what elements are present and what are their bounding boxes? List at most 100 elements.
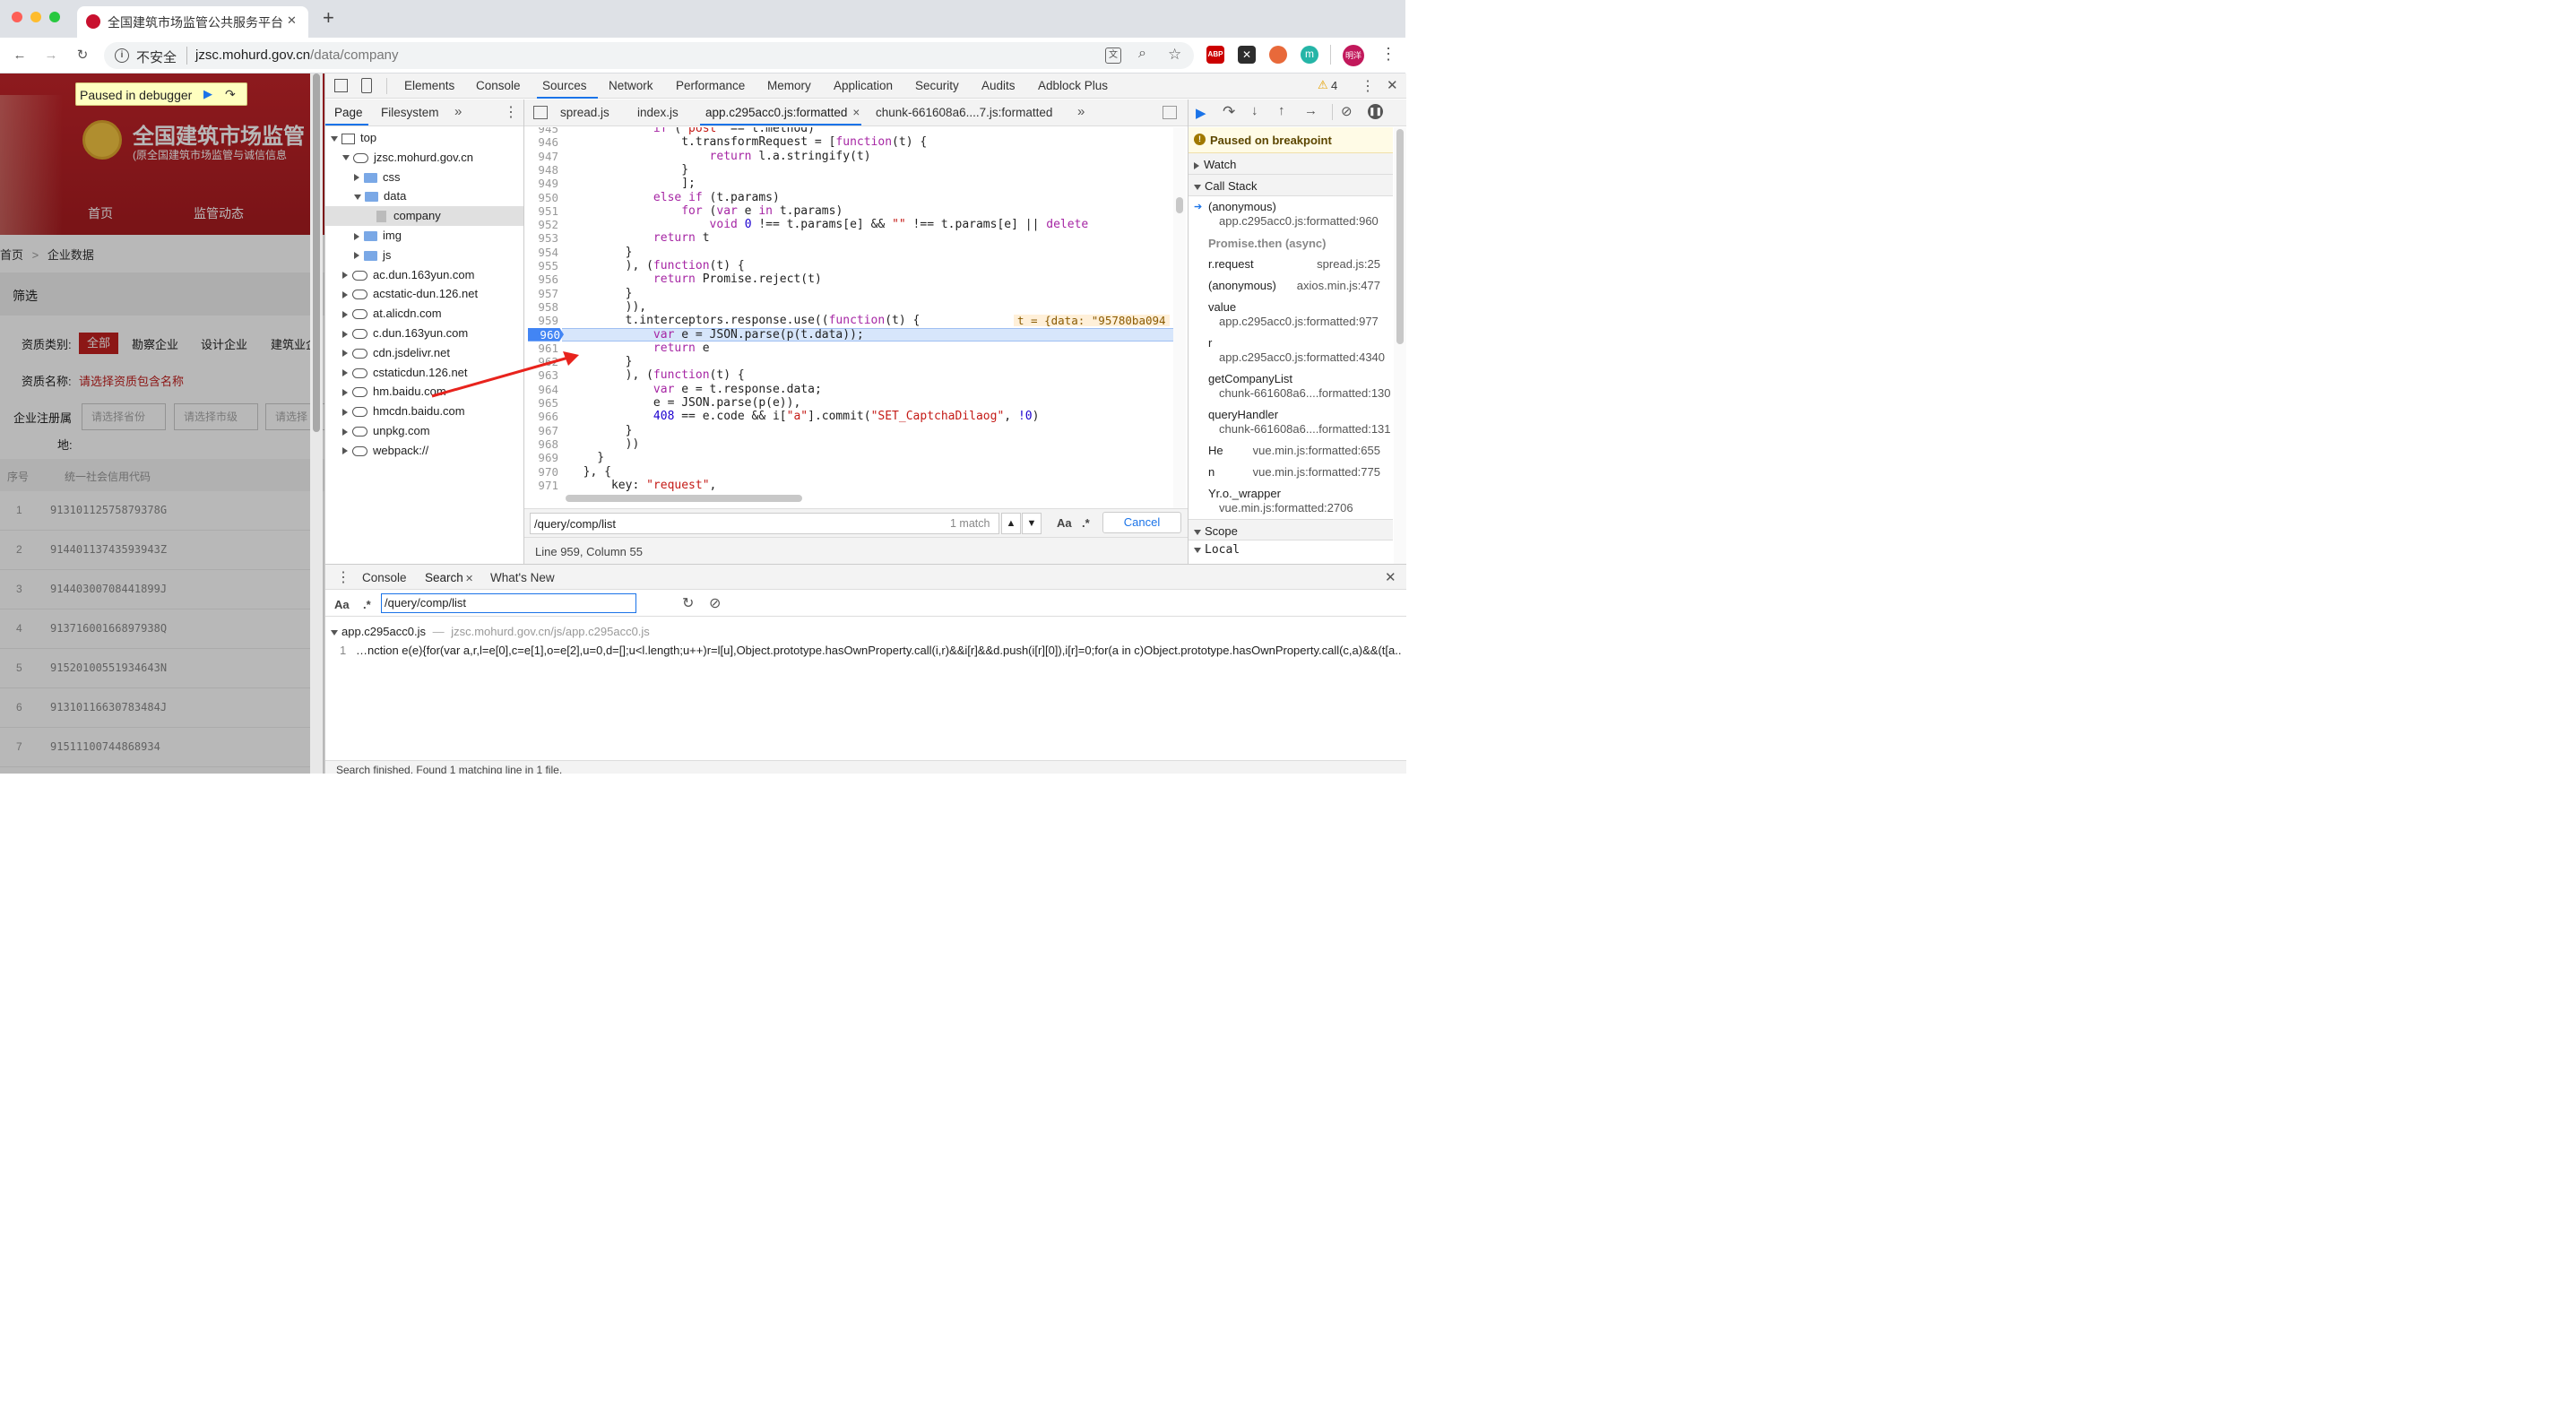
find-next-icon[interactable]: ▼ bbox=[1022, 513, 1042, 534]
tree-item-ac-dun-163yun-com[interactable]: ac.dun.163yun.com bbox=[325, 265, 523, 285]
step-icon[interactable]: → bbox=[1304, 103, 1318, 118]
panel-tab-memory[interactable]: Memory bbox=[767, 79, 811, 92]
pause-exceptions-icon[interactable]: ❚❚ bbox=[1368, 104, 1383, 119]
code-line[interactable]: return l.a.stringify(t) bbox=[569, 150, 871, 163]
resume-script-icon[interactable]: ▶ bbox=[1196, 105, 1206, 121]
code-line[interactable]: ]; bbox=[569, 177, 696, 190]
minimize-window-icon[interactable] bbox=[30, 12, 41, 22]
code-line[interactable]: void 0 !== t.params[e] && "" !== t.param… bbox=[569, 218, 1089, 231]
code-line[interactable]: ), (function(t) { bbox=[569, 368, 745, 382]
panel-tab-security[interactable]: Security bbox=[915, 79, 959, 92]
call-frame[interactable]: (anonymous) axios.min.js:477 bbox=[1189, 275, 1393, 297]
code-line[interactable]: 408 == e.code && i["a"].commit("SET_Capt… bbox=[569, 410, 1040, 423]
line-number[interactable]: 959 bbox=[524, 314, 558, 327]
browser-tab[interactable]: 全国建筑市场监管公共服务平台 ✕ bbox=[77, 6, 308, 38]
code-editor[interactable]: 945 if ("post" == t.method) 946 t.transfo… bbox=[524, 127, 1173, 508]
line-number[interactable]: 952 bbox=[524, 218, 558, 231]
tree-item-top[interactable]: top bbox=[325, 128, 523, 148]
code-line[interactable]: var e = JSON.parse(p(t.data)); bbox=[569, 328, 864, 342]
line-number[interactable]: 966 bbox=[524, 410, 558, 423]
find-prev-icon[interactable]: ▲ bbox=[1001, 513, 1021, 534]
orange-extension-icon[interactable] bbox=[1269, 46, 1287, 64]
callstack-header[interactable]: Call Stack bbox=[1194, 179, 1258, 193]
sidebar-scrollbar-thumb[interactable] bbox=[1396, 129, 1404, 344]
breakpoint-marker[interactable]: 960 bbox=[528, 327, 564, 342]
line-number[interactable]: 949 bbox=[524, 177, 558, 190]
code-line[interactable]: e = JSON.parse(p(e)), bbox=[569, 396, 800, 410]
line-number[interactable]: 969 bbox=[524, 451, 558, 464]
new-tab-button[interactable]: + bbox=[323, 8, 334, 28]
code-line[interactable]: }, { bbox=[569, 465, 611, 479]
refresh-search-icon[interactable]: ↻ bbox=[682, 594, 694, 612]
forward-icon[interactable]: → bbox=[42, 47, 60, 65]
search-match-case-button[interactable]: Aa bbox=[334, 598, 350, 611]
warning-icon[interactable]: ⚠ bbox=[1318, 78, 1328, 92]
expand-icon[interactable] bbox=[331, 135, 338, 142]
drawer-tab-whats-new[interactable]: What's New bbox=[490, 571, 555, 584]
bookmark-star-icon[interactable]: ☆ bbox=[1168, 46, 1181, 64]
resume-icon[interactable]: ▶ bbox=[203, 87, 220, 101]
deactivate-breakpoints-icon[interactable]: ⊘ bbox=[1341, 103, 1353, 119]
tree-item-webpack-[interactable]: webpack:// bbox=[325, 441, 523, 461]
code-hscrollbar-thumb[interactable] bbox=[566, 495, 802, 502]
device-toolbar-icon[interactable] bbox=[361, 78, 372, 93]
call-frame[interactable]: He vue.min.js:formatted:655 bbox=[1189, 440, 1393, 462]
panel-tab-network[interactable]: Network bbox=[609, 79, 653, 92]
tree-item-img[interactable]: img bbox=[325, 226, 523, 246]
tree-item-css[interactable]: css bbox=[325, 168, 523, 187]
call-frame[interactable]: Promise.then (async) bbox=[1189, 232, 1393, 254]
tree-item-data[interactable]: data bbox=[325, 186, 523, 206]
zoom-icon[interactable]: ⌕ bbox=[1138, 46, 1146, 62]
code-line[interactable]: else if (t.params) bbox=[569, 191, 780, 204]
panel-tab-elements[interactable]: Elements bbox=[404, 79, 454, 92]
navigator-tab-filesystem[interactable]: Filesystem bbox=[381, 106, 439, 119]
expand-icon[interactable] bbox=[354, 232, 359, 240]
navigator-menu-icon[interactable]: ⋮ bbox=[504, 103, 518, 121]
profile-avatar[interactable]: 明洋 bbox=[1343, 45, 1364, 66]
expand-icon[interactable] bbox=[354, 174, 359, 182]
expand-icon[interactable] bbox=[342, 388, 348, 396]
tree-item-acstatic-dun-126-net[interactable]: acstatic-dun.126.net bbox=[325, 284, 523, 304]
code-line[interactable]: var e = t.response.data; bbox=[569, 383, 822, 396]
line-number[interactable]: 971 bbox=[524, 479, 558, 492]
code-line[interactable]: } bbox=[569, 287, 633, 300]
code-line[interactable]: ), (function(t) { bbox=[569, 259, 745, 272]
call-frame[interactable]: r app.c295acc0.js:formatted:4340 bbox=[1189, 333, 1393, 368]
tree-item-js[interactable]: js bbox=[325, 246, 523, 265]
search-result-file[interactable]: app.c295acc0.js — jzsc.mohurd.gov.cn/js/… bbox=[331, 625, 650, 638]
expand-icon[interactable] bbox=[354, 252, 359, 260]
file-tab-close-icon[interactable]: × bbox=[852, 106, 860, 119]
line-number[interactable]: 956 bbox=[524, 272, 558, 286]
devtools-menu-icon[interactable]: ⋮ bbox=[1361, 77, 1375, 95]
line-number[interactable]: 946 bbox=[524, 135, 558, 149]
browser-menu-icon[interactable]: ⋮ bbox=[1380, 45, 1396, 64]
call-frame[interactable]: queryHandler chunk-661608a6....formatted:… bbox=[1189, 404, 1393, 440]
code-line[interactable]: key: "request", bbox=[569, 479, 716, 492]
security-label[interactable]: 不安全 bbox=[136, 48, 177, 66]
file-tab[interactable]: app.c295acc0.js:formatted × bbox=[705, 106, 860, 119]
code-line[interactable]: if ("post" == t.method) bbox=[569, 127, 815, 135]
regex-button[interactable]: .* bbox=[1082, 516, 1090, 530]
expand-icon[interactable] bbox=[342, 369, 348, 377]
expand-icon[interactable] bbox=[354, 194, 361, 200]
clear-search-icon[interactable]: ⊘ bbox=[709, 594, 721, 612]
call-frame[interactable]: n vue.min.js:formatted:775 bbox=[1189, 462, 1393, 483]
panel-tab-adblock-plus[interactable]: Adblock Plus bbox=[1038, 79, 1108, 92]
code-line[interactable]: )), bbox=[569, 300, 646, 314]
panel-tab-sources[interactable]: Sources bbox=[542, 79, 587, 92]
file-tab[interactable]: index.js bbox=[637, 106, 679, 119]
panel-tab-performance[interactable]: Performance bbox=[676, 79, 745, 92]
line-number[interactable]: 954 bbox=[524, 246, 558, 259]
warning-count[interactable]: 4 bbox=[1331, 79, 1337, 92]
code-line[interactable]: return t bbox=[569, 231, 710, 245]
line-number[interactable]: 950 bbox=[524, 191, 558, 204]
search-regex-button[interactable]: .* bbox=[363, 598, 371, 611]
expand-icon[interactable] bbox=[342, 408, 348, 416]
watch-section[interactable]: Watch bbox=[1189, 153, 1393, 175]
call-frame[interactable]: ➔ (anonymous) app.c295acc0.js:formatted:96… bbox=[1189, 196, 1393, 232]
tree-item-unpkg-com[interactable]: unpkg.com bbox=[325, 421, 523, 441]
drawer-tab-console[interactable]: Console bbox=[362, 571, 407, 584]
code-line[interactable]: )) bbox=[569, 437, 640, 451]
panel-tab-console[interactable]: Console bbox=[476, 79, 521, 92]
expand-icon[interactable] bbox=[342, 428, 348, 436]
